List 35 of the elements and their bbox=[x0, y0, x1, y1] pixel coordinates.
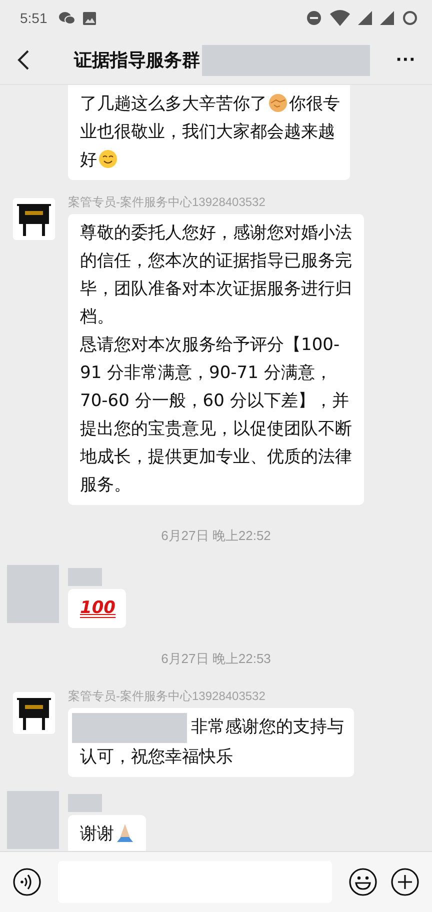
chat-app-icon bbox=[59, 11, 76, 25]
message-text: 谢谢 bbox=[80, 824, 114, 844]
message-text: 恳请您对本次服务给予评分【100-91 分非常满意，90-71 分满意，70-60 分一般，60 分以下差】，并提出您的宝贵意见，以促使团队不断地成长，提供更加专业、优质的法律服务。 bbox=[80, 335, 352, 495]
redacted-block bbox=[68, 794, 102, 812]
timestamp: 6月27日 晚上22:52 bbox=[161, 527, 271, 545]
add-button[interactable] bbox=[388, 865, 422, 899]
message-text: 了几趟这么多大辛苦你了 bbox=[80, 94, 267, 114]
more-button[interactable]: ··· bbox=[392, 48, 420, 72]
signal-icon bbox=[380, 11, 394, 25]
status-time: 5:51 bbox=[20, 10, 48, 26]
do-not-disturb-icon bbox=[306, 10, 322, 26]
back-icon[interactable] bbox=[16, 49, 30, 71]
battery-icon bbox=[402, 10, 418, 26]
sender-name: 案管专员-案件服务中心13928403532 bbox=[68, 194, 266, 211]
message-text: 非常感谢您的支持与 bbox=[191, 717, 344, 737]
chat-title: 证据指导服务群 bbox=[74, 49, 200, 72]
praying-hands-icon bbox=[115, 823, 135, 843]
smile-icon bbox=[98, 149, 118, 169]
message-text: 业也很敬业，我们大家都会越来越 bbox=[80, 122, 335, 142]
avatar[interactable] bbox=[13, 692, 55, 734]
avatar[interactable] bbox=[13, 198, 55, 240]
wifi-icon bbox=[330, 10, 350, 26]
signal-icon bbox=[358, 11, 372, 25]
sender-name: 案管专员-案件服务中心13928403532 bbox=[68, 688, 266, 705]
image-icon bbox=[83, 12, 96, 24]
timestamp: 6月27日 晚上22:53 bbox=[161, 650, 271, 668]
voice-button[interactable] bbox=[10, 865, 44, 899]
handshake-icon bbox=[268, 93, 288, 113]
message-text: 认可，祝您幸福快乐 bbox=[80, 747, 233, 767]
redacted-block bbox=[68, 568, 102, 586]
hundred-points-emoji: 100 bbox=[80, 598, 116, 618]
emoji-button[interactable] bbox=[346, 865, 380, 899]
message-text: 你很专 bbox=[289, 94, 340, 114]
message-text: 好 bbox=[80, 150, 97, 170]
message-text: 尊敬的委托人您好，感谢您对婚小法的信任，您本次的证据指导已服务完毕，团队准备对本次证据服务进行归档。 bbox=[80, 223, 352, 327]
